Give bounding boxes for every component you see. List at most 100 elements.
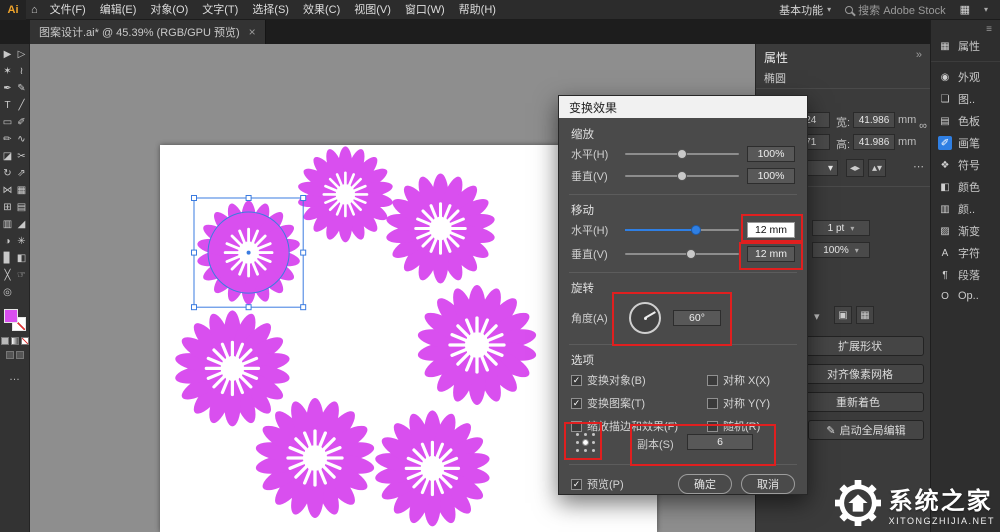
option-row[interactable]: 对称 Y(Y) (707, 395, 799, 411)
eyedropper-tool[interactable]: ◢ (15, 216, 29, 233)
dialog-title[interactable]: 变换效果 (559, 96, 807, 118)
checkbox[interactable] (707, 397, 718, 409)
selection-tool[interactable]: ▶ (1, 46, 15, 63)
swap-fill-stroke-icon[interactable]: ▣ (834, 306, 852, 324)
paintbrush-tool[interactable]: ✐ (15, 114, 29, 131)
menu-item[interactable]: 窗口(W) (398, 0, 452, 20)
none-button[interactable] (20, 337, 29, 345)
pen-tool[interactable]: ✒ (1, 80, 15, 97)
panel-tab-颜[interactable]: ▥ 颜.. (931, 198, 1000, 220)
move-v-field[interactable]: 12 mm (747, 246, 795, 262)
panel-tab-图[interactable]: ❏ 图.. (931, 88, 1000, 110)
link-width-height-icon[interactable]: ∞ (919, 120, 927, 132)
draw-behind-button[interactable] (15, 351, 24, 359)
checkbox[interactable] (707, 420, 718, 432)
gradient-button[interactable] (10, 337, 19, 345)
recolor-button[interactable]: 重新着色 (792, 392, 924, 412)
column-graph-tool[interactable]: ▊ (1, 250, 15, 267)
menu-item[interactable]: 文字(T) (195, 0, 245, 20)
ok-button[interactable]: 确定 (678, 474, 732, 494)
blend-tool[interactable]: ◑ (1, 233, 15, 250)
panel-tab-外观[interactable]: ◉ 外观 (931, 66, 1000, 88)
flip-vertical-icon[interactable]: ▴▾ (868, 159, 886, 177)
app-logo[interactable]: Ai (0, 0, 26, 20)
rotate-tool[interactable]: ↻ (1, 165, 15, 182)
scissors-tool[interactable]: ✂ (15, 148, 29, 165)
collapse-panel-icon[interactable]: » (916, 49, 922, 61)
angle-dial[interactable] (629, 302, 661, 334)
checkbox[interactable]: ✓ (571, 397, 582, 409)
menu-item[interactable]: 帮助(H) (452, 0, 503, 20)
move-h-field[interactable]: 12 mm (747, 222, 795, 238)
eraser-tool[interactable]: ◪ (1, 148, 15, 165)
close-icon[interactable]: × (249, 25, 256, 39)
direct-selection-tool[interactable]: ▷ (15, 46, 29, 63)
menu-item[interactable]: 对象(O) (143, 0, 195, 20)
color-button[interactable] (0, 337, 9, 345)
panel-tab-色板[interactable]: ▤ 色板 (931, 110, 1000, 132)
gradient-tool[interactable]: ▥ (1, 216, 15, 233)
free-transform-tool[interactable]: ▦ (15, 182, 29, 199)
slice-tool[interactable]: ╳ (1, 267, 15, 284)
appearance-options-icon[interactable]: ▦ (856, 306, 874, 324)
angle-field[interactable]: 60° (673, 310, 721, 326)
global-edit-button[interactable]: ✎ 启动全局编辑 (808, 420, 924, 440)
fill-swatch[interactable] (3, 309, 18, 323)
shape-builder-tool[interactable]: ⊞ (1, 199, 15, 216)
panel-tab-渐变[interactable]: ▨ 渐变 (931, 220, 1000, 242)
menu-item[interactable]: 效果(C) (296, 0, 347, 20)
move-h-slider[interactable] (625, 224, 739, 236)
menu-item[interactable]: 文件(F) (43, 0, 93, 20)
arrange-documents-icon[interactable]: ▦ (960, 3, 970, 16)
zoom-tool[interactable]: ◎ (1, 284, 15, 301)
scale-h-field[interactable]: 100% (747, 146, 795, 162)
flower-shape[interactable] (357, 393, 508, 532)
panel-tab-颜色[interactable]: ◧ 颜色 (931, 176, 1000, 198)
mesh-tool[interactable]: ▤ (15, 199, 29, 216)
width-field[interactable]: 41.986 (853, 112, 895, 128)
line-tool[interactable]: ╱ (15, 97, 29, 114)
align-pixel-grid-button[interactable]: 对齐像素网格 (796, 364, 924, 384)
panel-tab-段落[interactable]: ¶ 段落 (931, 264, 1000, 286)
scale-h-slider[interactable] (625, 148, 739, 160)
lasso-tool[interactable]: ≀ (15, 63, 29, 80)
height-field[interactable]: 41.986 (853, 134, 895, 150)
copies-field[interactable]: 6 (687, 434, 753, 450)
option-row[interactable]: ✓ 变换图案(T) (571, 395, 699, 411)
option-row[interactable]: ✓ 变换对象(B) (571, 372, 699, 388)
more-options-icon[interactable]: ⋯ (913, 160, 924, 173)
checkbox[interactable] (707, 374, 718, 386)
flip-horizontal-icon[interactable]: ◂▸ (846, 159, 864, 177)
panel-tab-符号[interactable]: ❖ 符号 (931, 154, 1000, 176)
shaper-tool[interactable]: ∿ (15, 131, 29, 148)
menu-item[interactable]: 编辑(E) (93, 0, 144, 20)
panel-tab-画笔[interactable]: ✐ 画笔 (931, 132, 1000, 154)
fill-stroke-control[interactable] (3, 309, 26, 331)
panel-title[interactable]: 属性 (764, 49, 788, 66)
type-tool[interactable]: T (1, 97, 15, 114)
artboard-tool[interactable]: ◧ (15, 250, 29, 267)
width-tool[interactable]: ⋈ (1, 182, 15, 199)
stock-search[interactable]: 搜索 Adobe Stock (845, 2, 946, 18)
dialog-reference-point-locator[interactable] (573, 430, 597, 454)
expand-shape-button[interactable]: 扩展形状 (796, 336, 924, 356)
opacity-field[interactable]: 100% ▾ (812, 242, 870, 258)
document-tab[interactable]: 图案设计.ai* @ 45.39% (RGB/GPU 预览) × (30, 20, 266, 44)
checkbox[interactable]: ✓ (571, 374, 582, 386)
option-row[interactable]: 随机(R) (707, 418, 799, 434)
home-icon[interactable]: ⌂ (26, 4, 43, 16)
preview-checkbox[interactable]: ✓ (571, 478, 582, 490)
option-row[interactable]: 对称 X(X) (707, 372, 799, 388)
panel-tab-属性[interactable]: ▦ 属性 (931, 35, 1000, 57)
menu-item[interactable]: 选择(S) (245, 0, 296, 20)
chevron-down-icon[interactable]: ▾ (814, 310, 820, 323)
rectangle-tool[interactable]: ▭ (1, 114, 15, 131)
pencil-tool[interactable]: ✏ (1, 131, 15, 148)
chevron-down-icon[interactable]: ▾ (984, 5, 988, 14)
strip-menu-icon[interactable]: ≡ (931, 24, 1000, 35)
draw-normal-button[interactable] (5, 351, 14, 359)
panel-tab-字符[interactable]: A 字符 (931, 242, 1000, 264)
menu-item[interactable]: 视图(V) (347, 0, 398, 20)
scale-tool[interactable]: ⇗ (15, 165, 29, 182)
edit-toolbar-icon[interactable]: … (9, 371, 20, 383)
